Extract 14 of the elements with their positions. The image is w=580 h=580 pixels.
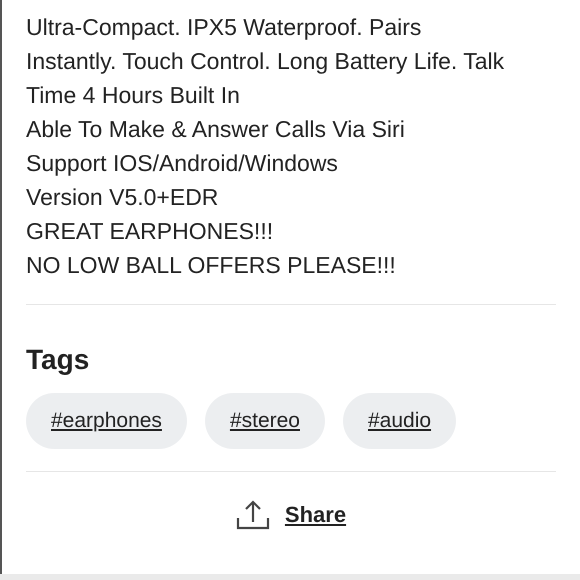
description-line: Support IOS/Android/Windows xyxy=(26,149,339,178)
share-link[interactable]: Share xyxy=(236,500,346,530)
description-line: NO LOW BALL OFFERS PLEASE!!! xyxy=(26,251,397,280)
share-icon xyxy=(236,500,270,530)
description-line: Version V5.0+EDR xyxy=(26,183,220,212)
description-line: Able To Make & Answer Calls Via Siri xyxy=(26,115,406,144)
tag-chip[interactable]: #earphones xyxy=(26,393,187,449)
description-line: Ultra-Compact. IPX5 Waterproof. Pairs xyxy=(26,13,422,42)
description-line: Time 4 Hours Built In xyxy=(26,81,241,110)
description-line: GREAT EARPHONES!!! xyxy=(26,217,274,246)
tag-chip[interactable]: #stereo xyxy=(204,393,325,449)
description-line: Instantly. Touch Control. Long Battery Life. Talk xyxy=(26,47,506,76)
tag-chip[interactable]: #audio xyxy=(342,393,456,449)
tags-heading: Tags xyxy=(26,343,90,377)
